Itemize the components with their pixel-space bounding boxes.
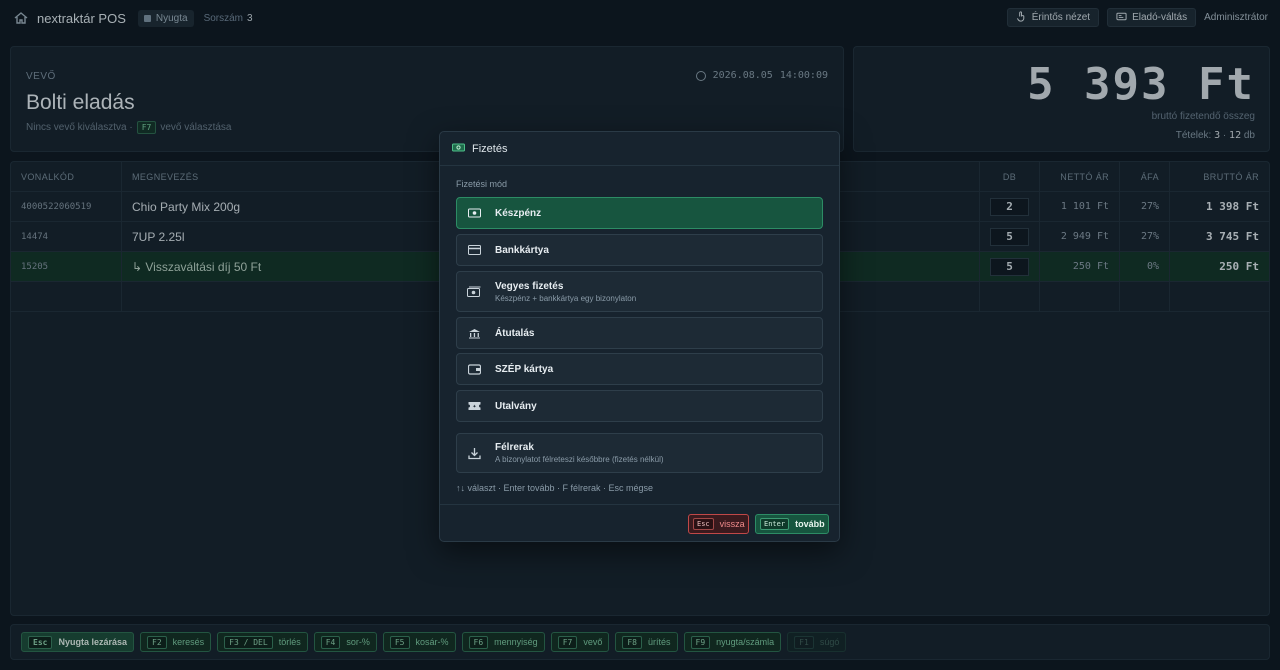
payment-option-card[interactable]: Bankkártya bbox=[456, 234, 823, 266]
wallet-icon bbox=[467, 362, 481, 376]
payment-option-cash[interactable]: Készpénz bbox=[456, 197, 823, 229]
option-label: Vegyes fizetés bbox=[495, 280, 564, 292]
modal-title: Fizetés bbox=[472, 142, 508, 155]
payment-option-transfer[interactable]: Átutalás bbox=[456, 317, 823, 349]
back-label: vissza bbox=[719, 519, 745, 529]
option-label: Félrerak bbox=[495, 442, 534, 453]
card-icon bbox=[467, 243, 481, 257]
next-key: Enter bbox=[760, 518, 790, 530]
option-label: Bankkártya bbox=[495, 244, 549, 256]
modal-footer: Esc vissza Enter tovább bbox=[440, 504, 839, 542]
payment-option-voucher[interactable]: ✦ Utalvány bbox=[456, 390, 823, 422]
option-label: SZÉP kártya bbox=[495, 363, 554, 375]
mixed-payment-icon bbox=[467, 285, 481, 299]
back-key: Esc bbox=[693, 518, 714, 530]
modal-header: Fizetés bbox=[440, 132, 839, 166]
option-description: Készpénz + bankkártya egy bizonylaton bbox=[495, 293, 637, 303]
option-label: Készpénz bbox=[495, 207, 542, 219]
bank-transfer-icon bbox=[467, 326, 481, 340]
svg-text:✦: ✦ bbox=[472, 404, 476, 410]
next-button[interactable]: Enter tovább bbox=[755, 514, 829, 534]
money-icon bbox=[452, 142, 465, 156]
keyboard-hint: ↑↓ választ · Enter tovább · F félrerak ·… bbox=[456, 483, 654, 493]
voucher-icon: ✦ bbox=[467, 399, 481, 413]
cash-icon bbox=[467, 206, 481, 220]
payment-option-mixed[interactable]: Vegyes fizetés Készpénz + bankkártya egy… bbox=[456, 271, 823, 312]
payment-option-park[interactable]: Félrerak A bizonylatot félreteszi később… bbox=[456, 433, 823, 473]
back-button[interactable]: Esc vissza bbox=[688, 514, 749, 534]
option-description: A bizonylatot félreteszi későbbre (fizet… bbox=[495, 455, 664, 464]
option-label: Átutalás bbox=[495, 327, 535, 339]
payment-modal: Fizetés Fizetési mód Készpénz Bankkártya… bbox=[439, 131, 840, 542]
option-label: Utalvány bbox=[495, 400, 537, 412]
download-icon bbox=[467, 446, 481, 460]
next-label: tovább bbox=[795, 519, 825, 529]
payment-option-szep[interactable]: SZÉP kártya bbox=[456, 353, 823, 385]
payment-method-label: Fizetési mód bbox=[456, 179, 508, 189]
